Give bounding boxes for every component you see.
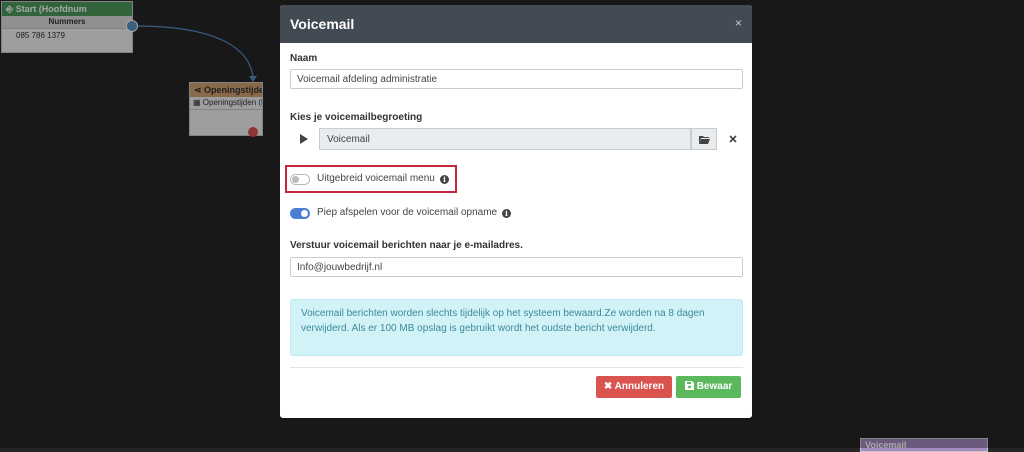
clear-greeting-button[interactable] <box>723 128 743 150</box>
play-icon <box>300 134 308 144</box>
email-input[interactable]: Info@jouwbedrijf.nl <box>290 257 743 277</box>
modal-header: Voicemail × <box>280 5 752 43</box>
close-icon[interactable]: × <box>735 16 742 30</box>
beep-label: Piep afspelen voor de voicemail opname <box>317 207 498 218</box>
info-alert: Voicemail berichten worden slechts tijde… <box>290 299 743 356</box>
email-label: Verstuur voicemail berichten naar je e-m… <box>290 240 523 251</box>
play-button[interactable] <box>290 128 318 150</box>
cancel-button[interactable]: ✖ Annuleren <box>596 376 672 398</box>
name-label: Naam <box>290 53 318 64</box>
times-icon: ✖ <box>603 381 615 392</box>
browse-button[interactable] <box>691 128 717 150</box>
save-button-label: Bewaar <box>696 381 733 392</box>
greeting-select[interactable]: Voicemail <box>319 128 691 150</box>
modal-title: Voicemail <box>290 16 355 32</box>
cancel-button-label: Annuleren <box>614 381 665 392</box>
times-icon <box>729 135 737 143</box>
voicemail-modal: Voicemail × Naam Voicemail afdeling admi… <box>280 5 752 418</box>
info-alert-line2: verwijderd. Als er 100 MB opslag is gebr… <box>301 323 656 334</box>
save-icon <box>684 381 694 390</box>
save-button[interactable]: Bewaar <box>676 376 741 398</box>
extended-menu-label: Uitgebreid voicemail menu <box>317 173 435 184</box>
name-input[interactable]: Voicemail afdeling administratie <box>290 69 743 89</box>
extended-menu-toggle[interactable] <box>290 174 310 185</box>
footer-divider <box>290 367 743 368</box>
info-icon[interactable]: i <box>502 209 511 218</box>
toggle-knob <box>292 176 299 183</box>
info-alert-line1: Voicemail berichten worden slechts tijde… <box>301 308 705 319</box>
toggle-knob <box>301 210 308 217</box>
beep-toggle[interactable] <box>290 208 310 219</box>
greeting-label: Kies je voicemailbegroeting <box>290 112 423 123</box>
info-icon[interactable]: i <box>440 175 449 184</box>
folder-open-icon <box>698 136 710 144</box>
greeting-value: Voicemail <box>327 134 370 145</box>
